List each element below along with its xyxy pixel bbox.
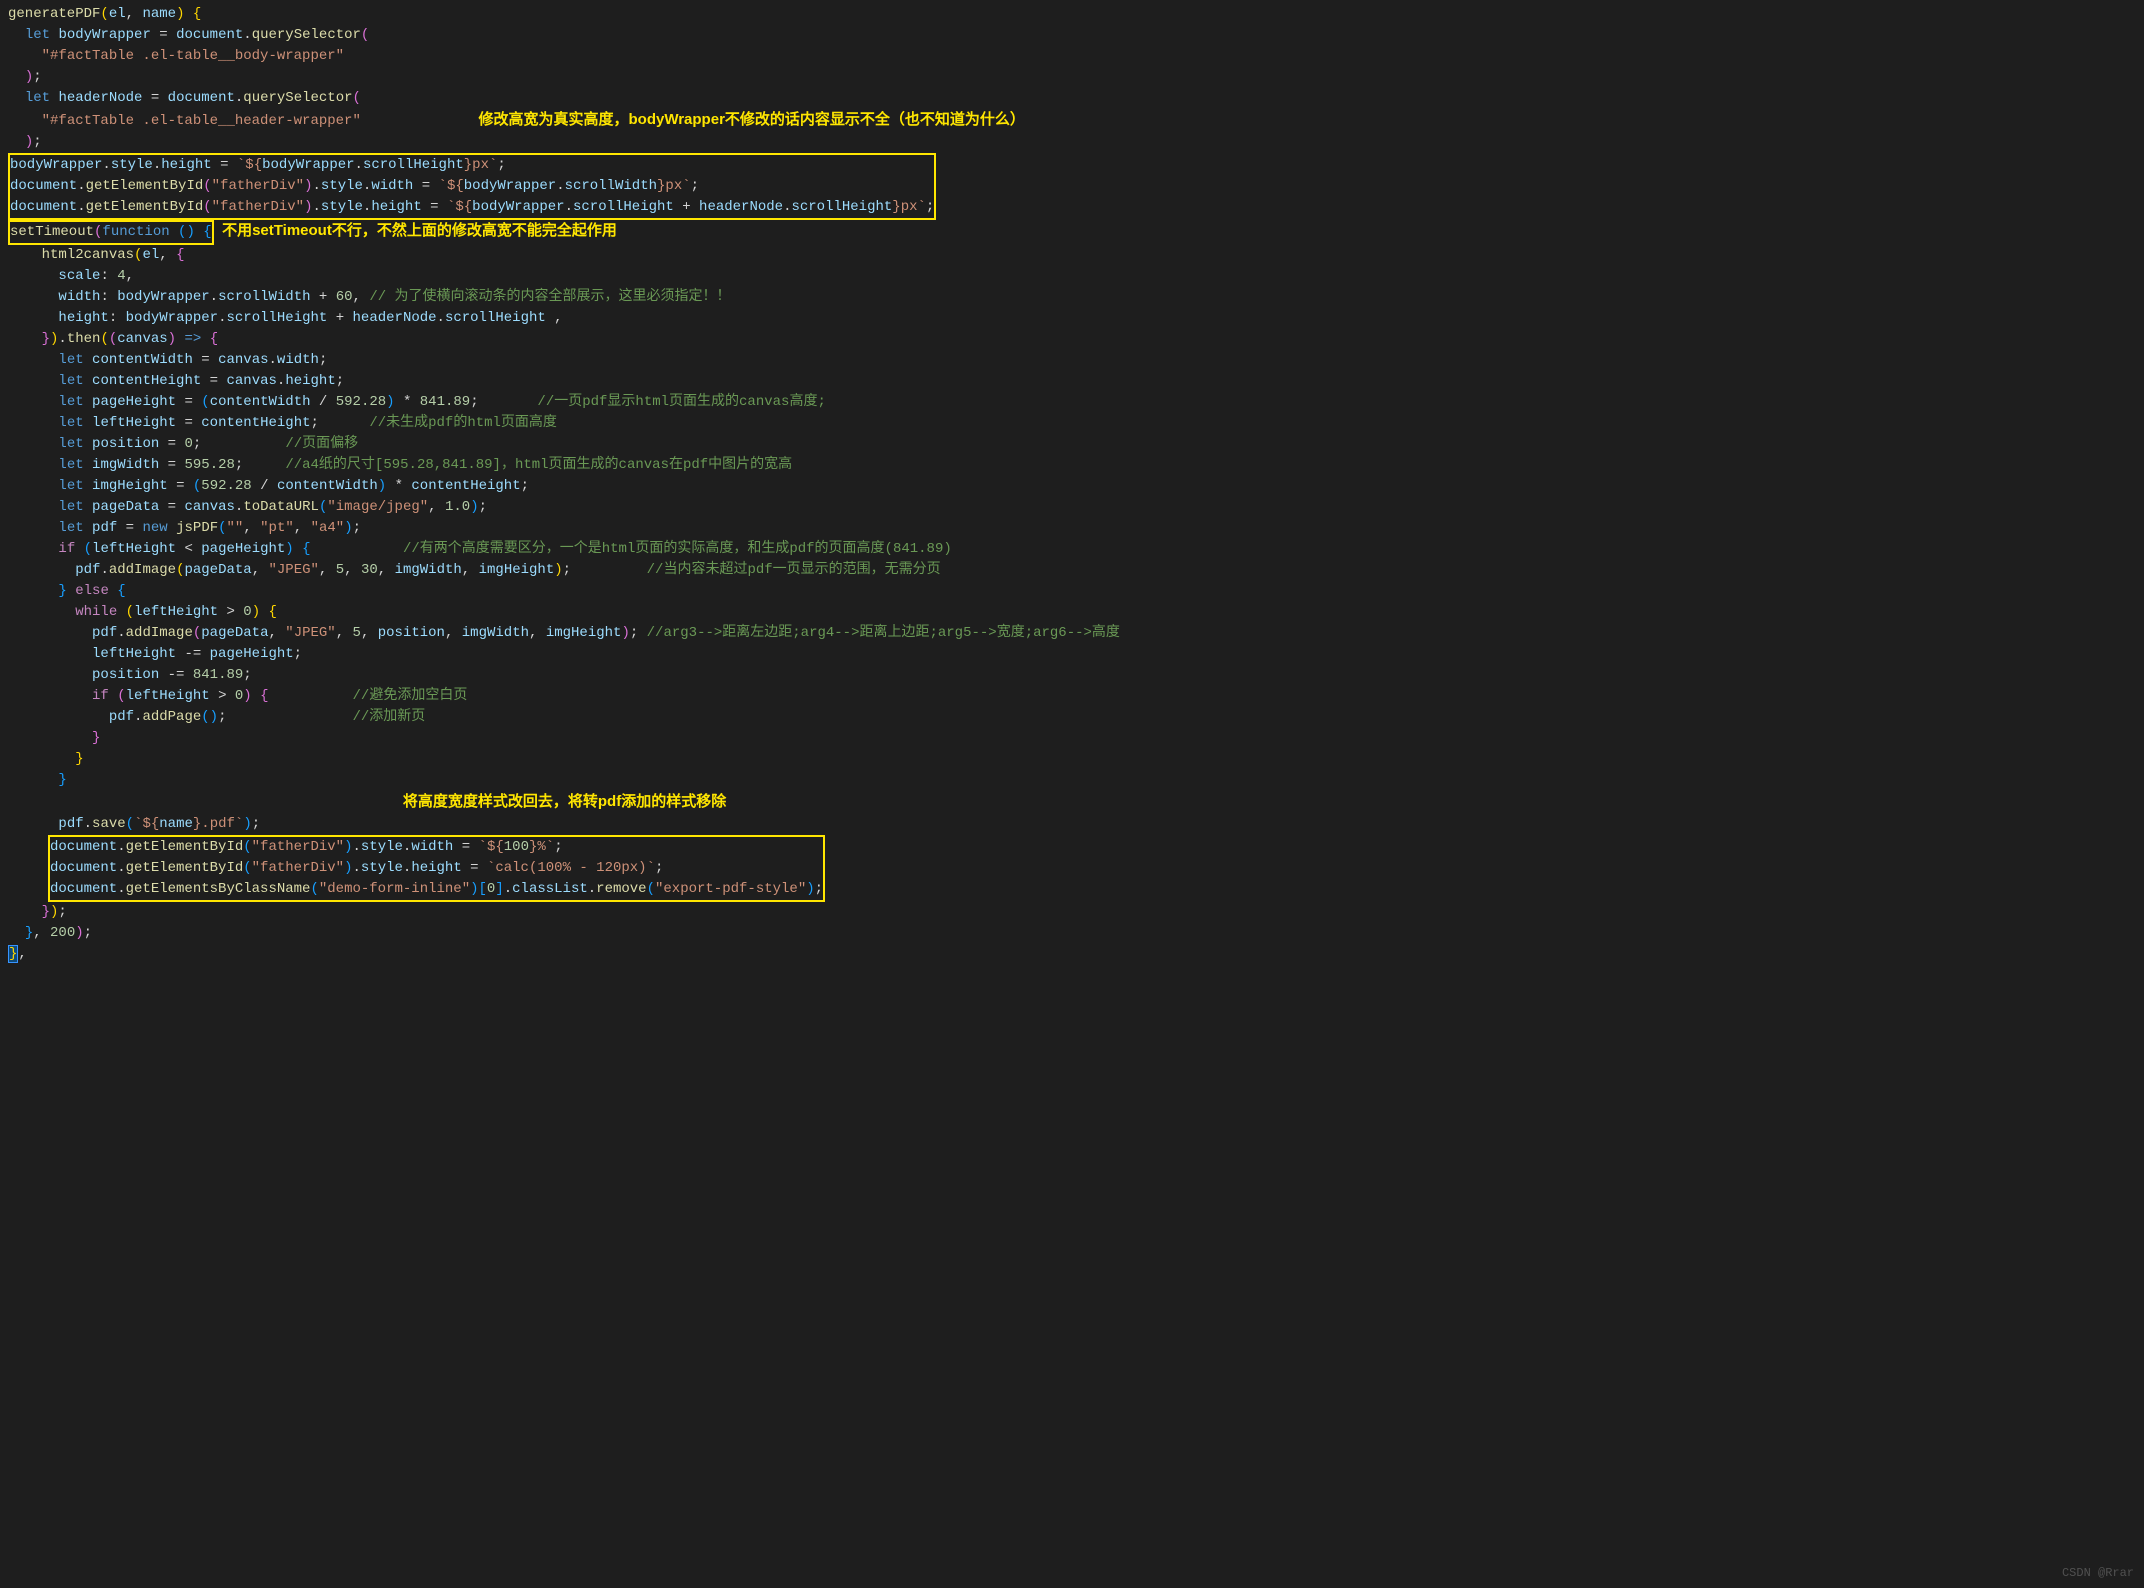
annotation-3: 将高度宽度样式改回去，将转pdf添加的样式移除 <box>403 793 726 810</box>
code-line: let bodyWrapper = document.querySelector… <box>0 25 2144 46</box>
code-line: let leftHeight = contentHeight; //未生成pdf… <box>0 413 2144 434</box>
code-line: let pdf = new jsPDF("", "pt", "a4"); <box>0 518 2144 539</box>
highlight-box-2: setTimeout(function () { <box>8 220 214 245</box>
code-line: let contentHeight = canvas.height; <box>0 371 2144 392</box>
code-line: "#factTable .el-table__body-wrapper" <box>0 46 2144 67</box>
annotation-1: 修改高宽为真实高度，bodyWrapper不修改的话内容显示不全（也不知道为什么… <box>479 111 1025 128</box>
code-line: pdf.addImage(pageData, "JPEG", 5, 30, im… <box>0 560 2144 581</box>
code-line: } <box>0 728 2144 749</box>
code-line: pdf.addPage(); //添加新页 <box>0 707 2144 728</box>
code-line: document.getElementById("fatherDiv").sty… <box>50 858 823 879</box>
code-line: } <box>0 770 2144 791</box>
code-line: }).then((canvas) => { <box>0 329 2144 350</box>
code-line: pdf.save(`${name}.pdf`); <box>0 814 2144 835</box>
code-line: document.getElementsByClassName("demo-fo… <box>50 879 823 900</box>
code-line: scale: 4, <box>0 266 2144 287</box>
code-line: while (leftHeight > 0) { <box>0 602 2144 623</box>
code-line: let position = 0; //页面偏移 <box>0 434 2144 455</box>
code-line: let pageData = canvas.toDataURL("image/j… <box>0 497 2144 518</box>
watermark: CSDN @Rrar <box>2062 1563 2134 1584</box>
code-line: height: bodyWrapper.scrollHeight + heade… <box>0 308 2144 329</box>
code-line: "#factTable .el-table__header-wrapper" 修… <box>0 109 2144 132</box>
code-line: let pageHeight = (contentWidth / 592.28)… <box>0 392 2144 413</box>
code-line: width: bodyWrapper.scrollWidth + 60, // … <box>0 287 2144 308</box>
code-line: document.getElementById("fatherDiv").sty… <box>10 176 934 197</box>
code-line: generatePDF(el, name) { <box>0 4 2144 25</box>
highlight-box-3: document.getElementById("fatherDiv").sty… <box>48 835 825 902</box>
code-line: document.getElementById("fatherDiv").sty… <box>10 197 934 218</box>
code-line: bodyWrapper.style.height = `${bodyWrappe… <box>10 155 934 176</box>
code-line: let imgHeight = (592.28 / contentWidth) … <box>0 476 2144 497</box>
code-line: position -= 841.89; <box>0 665 2144 686</box>
code-line: let headerNode = document.querySelector( <box>0 88 2144 109</box>
code-line: document.getElementById("fatherDiv").sty… <box>50 837 823 858</box>
code-line: ); <box>0 67 2144 88</box>
code-line: } <box>0 749 2144 770</box>
code-line: leftHeight -= pageHeight; <box>0 644 2144 665</box>
code-line: }); <box>0 902 2144 923</box>
code-line: ); <box>0 132 2144 153</box>
highlight-box-1: bodyWrapper.style.height = `${bodyWrappe… <box>8 153 936 220</box>
annotation-2: 不用setTimeout不行，不然上面的修改高宽不能完全起作用 <box>222 222 617 239</box>
code-line: } else { <box>0 581 2144 602</box>
code-line: let imgWidth = 595.28; //a4纸的尺寸[595.28,8… <box>0 455 2144 476</box>
code-line: if (leftHeight > 0) { //避免添加空白页 <box>0 686 2144 707</box>
code-line: }, <box>0 944 2144 965</box>
code-line: }, 200); <box>0 923 2144 944</box>
code-editor[interactable]: generatePDF(el, name) { let bodyWrapper … <box>0 4 2144 965</box>
code-line: if (leftHeight < pageHeight) { //有两个高度需要… <box>0 539 2144 560</box>
code-line: 将高度宽度样式改回去，将转pdf添加的样式移除 <box>0 791 2144 814</box>
code-line: pdf.addImage(pageData, "JPEG", 5, positi… <box>0 623 2144 644</box>
code-line: let contentWidth = canvas.width; <box>0 350 2144 371</box>
code-line: html2canvas(el, { <box>0 245 2144 266</box>
